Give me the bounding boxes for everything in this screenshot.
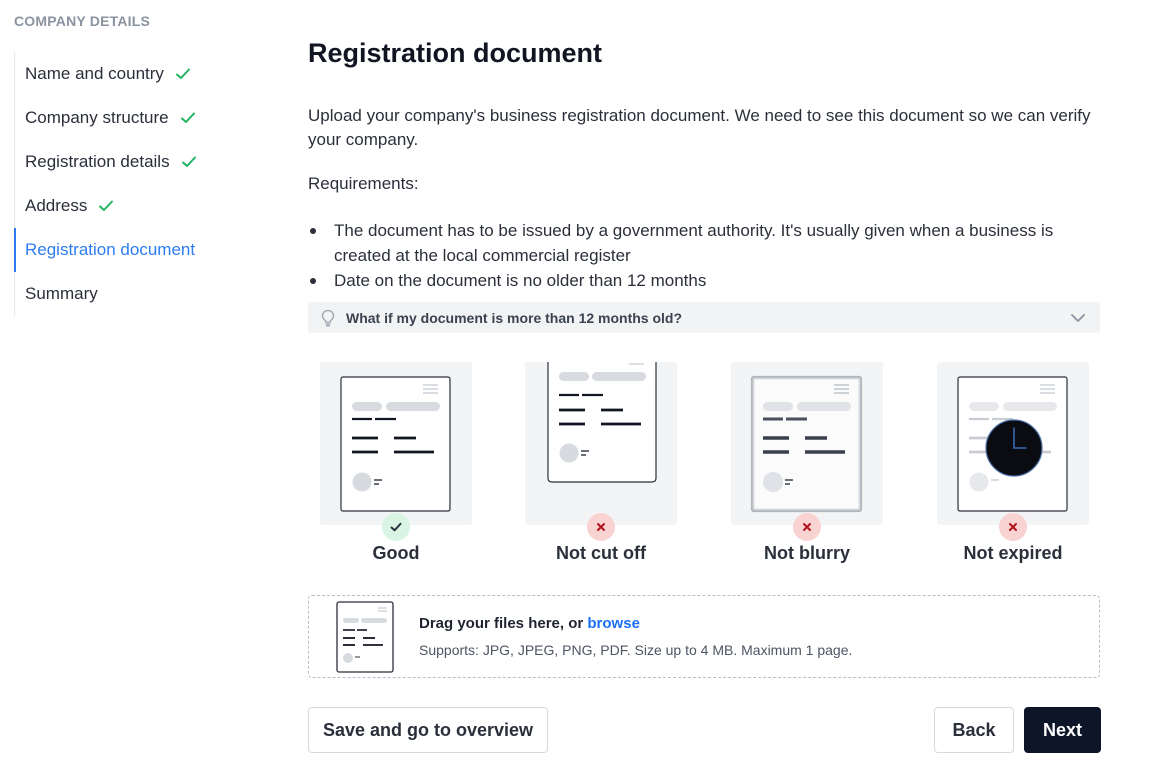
sidebar-item-registration-document[interactable]: Registration document: [14, 228, 245, 272]
example-image: [525, 362, 677, 525]
example-label: Good: [372, 543, 420, 563]
example-not-cut-off: Not cut off: [525, 362, 677, 563]
sidebar-item-label: Address: [25, 196, 88, 215]
next-button[interactable]: Next: [1024, 707, 1101, 753]
document-examples: Good Not cut off Not blurry Not expired: [320, 362, 1100, 572]
chevron-down-icon: [1070, 310, 1086, 326]
sidebar-item-label: Summary: [25, 284, 98, 303]
example-image: [320, 362, 472, 525]
sidebar-heading: COMPANY DETAILS: [14, 13, 151, 29]
sidebar-item-registration-details[interactable]: Registration details: [15, 140, 245, 184]
back-button[interactable]: Back: [934, 707, 1014, 753]
example-image: [937, 362, 1089, 525]
checkmark-icon: [180, 153, 198, 171]
example-not-blurry: Not blurry: [731, 362, 883, 563]
save-and-overview-button[interactable]: Save and go to overview: [308, 707, 548, 753]
dropzone-supports: Supports: JPG, JPEG, PNG, PDF. Size up t…: [419, 642, 853, 658]
example-label: Not cut off: [556, 543, 646, 563]
dropzone-title: Drag your files here, or browse: [419, 615, 640, 632]
checkmark-icon: [97, 197, 115, 215]
check-badge-icon: [382, 513, 410, 541]
file-dropzone[interactable]: Drag your files here, or browse Supports…: [308, 595, 1100, 678]
example-label: Not blurry: [763, 543, 850, 563]
example-good: Good: [320, 362, 472, 563]
document-icon: [335, 600, 395, 679]
intro-text: Upload your company's business registrat…: [308, 106, 1091, 149]
sidebar-item-company-structure[interactable]: Company structure: [15, 96, 245, 140]
sidebar-item-label: Name and country: [25, 64, 164, 83]
cross-badge-icon: [793, 513, 821, 541]
requirement-item: The document has to be issued by a gover…: [308, 218, 1098, 268]
page-title: Registration document: [308, 38, 603, 68]
sidebar: COMPANY DETAILS Name and country Company…: [0, 0, 260, 764]
info-accordion[interactable]: What if my document is more than 12 mont…: [308, 302, 1100, 333]
sidebar-item-name-and-country[interactable]: Name and country: [15, 52, 245, 96]
sidebar-item-label: Company structure: [25, 108, 169, 127]
dropzone-prompt: Drag your files here, or: [419, 615, 584, 632]
requirements-heading: Requirements:: [308, 174, 419, 193]
example-image: [731, 362, 883, 525]
sidebar-item-address[interactable]: Address: [15, 184, 245, 228]
sidebar-item-label: Registration document: [25, 240, 196, 259]
example-not-expired: Not expired: [937, 362, 1089, 563]
cross-badge-icon: [587, 513, 615, 541]
requirements-list: The document has to be issued by a gover…: [308, 218, 1098, 293]
checkmark-icon: [179, 109, 197, 127]
checkmark-icon: [174, 65, 192, 83]
browse-link[interactable]: browse: [587, 615, 640, 632]
example-label: Not expired: [963, 543, 1063, 563]
cross-badge-icon: [999, 513, 1027, 541]
step-list: Name and country Company structure Regis…: [14, 52, 245, 316]
accordion-label: What if my document is more than 12 mont…: [346, 309, 683, 326]
sidebar-item-summary[interactable]: Summary: [15, 272, 245, 316]
sidebar-item-label: Registration details: [25, 152, 170, 171]
requirement-item: Date on the document is no older than 12…: [308, 268, 1098, 293]
clock-icon: [985, 419, 1043, 477]
lightbulb-icon: [320, 309, 336, 327]
